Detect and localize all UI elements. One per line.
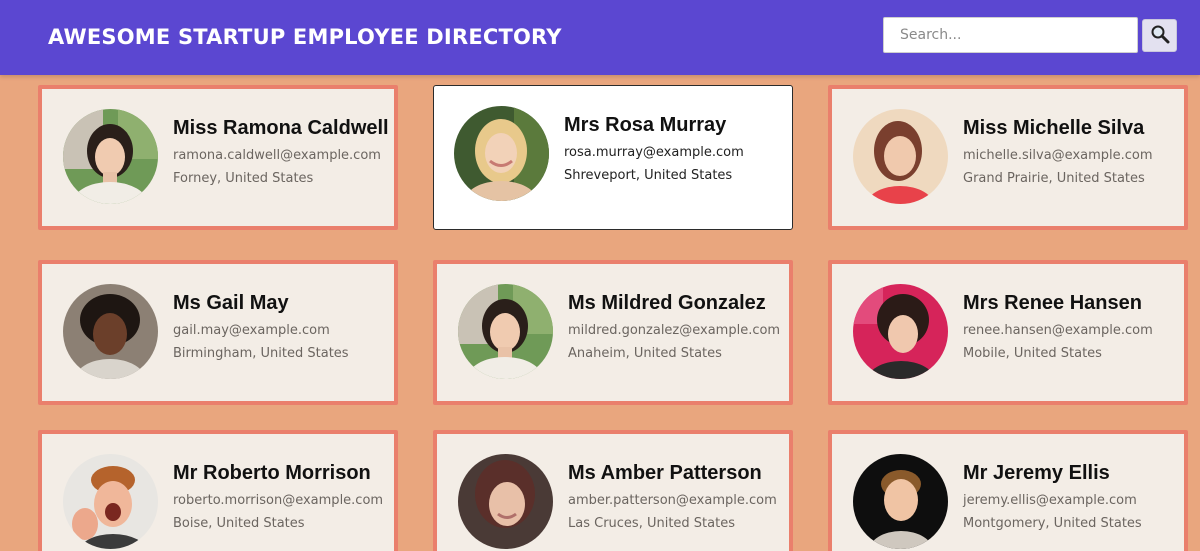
employee-avatar — [63, 109, 158, 204]
employee-avatar — [458, 454, 553, 549]
employee-location: Las Cruces, United States — [568, 516, 735, 531]
employee-name: Miss Michelle Silva — [963, 117, 1145, 139]
employee-location: Birmingham, United States — [173, 346, 349, 361]
employee-avatar — [458, 284, 553, 379]
employee-email: michelle.silva@example.com — [963, 148, 1153, 163]
employee-card[interactable]: Mr Jeremy Ellis jeremy.ellis@example.com… — [828, 430, 1188, 551]
employee-name: Mrs Rosa Murray — [564, 114, 727, 136]
employee-email: ramona.caldwell@example.com — [173, 148, 381, 163]
employee-email: roberto.morrison@example.com — [173, 493, 384, 508]
employee-avatar — [63, 284, 158, 379]
header-bar: AWESOME STARTUP EMPLOYEE DIRECTORY — [0, 0, 1200, 75]
employee-avatar — [63, 454, 158, 549]
employee-location: Forney, United States — [173, 171, 314, 186]
employee-card[interactable]: Ms Mildred Gonzalez mildred.gonzalez@exa… — [433, 260, 793, 405]
employee-avatar — [853, 284, 948, 379]
employee-email: jeremy.ellis@example.com — [963, 493, 1137, 508]
employee-card-selected[interactable]: Mrs Rosa Murray rosa.murray@example.com … — [433, 85, 793, 230]
employee-name: Mr Roberto Morrison — [173, 462, 371, 484]
employee-email: mildred.gonzalez@example.com — [568, 323, 781, 338]
employee-email: gail.may@example.com — [173, 323, 330, 338]
employee-name: Ms Amber Patterson — [568, 462, 762, 484]
employee-card[interactable]: Miss Ramona Caldwell ramona.caldwell@exa… — [38, 85, 398, 230]
employee-card[interactable]: Mr Roberto Morrison roberto.morrison@exa… — [38, 430, 398, 551]
employee-name: Ms Mildred Gonzalez — [568, 292, 766, 314]
magnifying-glass-icon — [1150, 24, 1170, 48]
search-button[interactable] — [1142, 19, 1177, 52]
employee-card[interactable]: Ms Amber Patterson amber.patterson@examp… — [433, 430, 793, 551]
employee-location: Shreveport, United States — [564, 168, 733, 183]
employee-name: Mrs Renee Hansen — [963, 292, 1142, 314]
employee-name: Ms Gail May — [173, 292, 289, 314]
employee-avatar — [853, 109, 948, 204]
search-input[interactable] — [883, 17, 1138, 53]
employee-email: renee.hansen@example.com — [963, 323, 1153, 338]
employee-location: Montgomery, United States — [963, 516, 1142, 531]
employee-location: Mobile, United States — [963, 346, 1102, 361]
employee-name: Miss Ramona Caldwell — [173, 117, 389, 139]
employee-email: amber.patterson@example.com — [568, 493, 777, 508]
employee-name: Mr Jeremy Ellis — [963, 462, 1110, 484]
employee-card[interactable]: Mrs Renee Hansen renee.hansen@example.co… — [828, 260, 1188, 405]
employee-grid: Miss Ramona Caldwell ramona.caldwell@exa… — [0, 0, 1200, 551]
employee-location: Grand Prairie, United States — [963, 171, 1145, 186]
employee-card[interactable]: Ms Gail May gail.may@example.com Birming… — [38, 260, 398, 405]
employee-location: Boise, United States — [173, 516, 305, 531]
employee-email: rosa.murray@example.com — [564, 145, 744, 160]
employee-card[interactable]: Miss Michelle Silva michelle.silva@examp… — [828, 85, 1188, 230]
page-title: AWESOME STARTUP EMPLOYEE DIRECTORY — [48, 25, 562, 49]
employee-avatar — [454, 106, 549, 201]
employee-location: Anaheim, United States — [568, 346, 722, 361]
employee-avatar — [853, 454, 948, 549]
